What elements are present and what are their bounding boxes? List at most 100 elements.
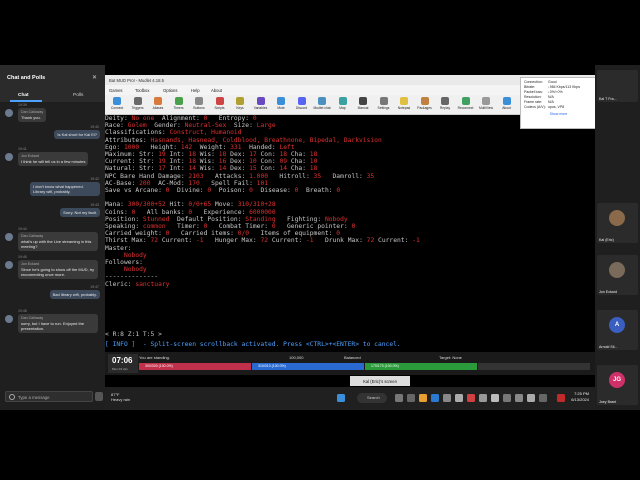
participant-name: Joey Brant [599, 400, 617, 404]
participant-tile[interactable]: Kal T Fra... [597, 70, 638, 102]
tab-chat[interactable]: Chat [18, 93, 29, 98]
close-icon[interactable]: ✕ [92, 74, 97, 81]
task-view-icon[interactable] [395, 394, 403, 402]
terminal-segment: Current: [268, 237, 306, 245]
toolbar-button-manual[interactable]: Manual [353, 97, 373, 114]
toolbar-label: Keys [236, 106, 244, 110]
avatar [5, 261, 13, 269]
send-button[interactable] [95, 392, 103, 401]
recording-app-icon[interactable] [557, 394, 565, 402]
terminal-segment: Generic pointer: [275, 223, 352, 230]
terminal-segment: AC-Mod: [150, 179, 189, 187]
edge-icon[interactable] [431, 394, 439, 402]
toolbar-button-aliases[interactable]: Aliases [148, 97, 168, 114]
terminal-line: Classifications: Construct, Humanoid [105, 129, 241, 136]
terminal-segment: Save vs Arcane: [105, 187, 166, 194]
message-list[interactable]: 19:39 Dan Calloway Thank you. 19:40 Is Kal s… [0, 103, 105, 385]
file-explorer-icon[interactable] [419, 394, 427, 402]
terminal-line: Race: Golem Gender: Neutral-Sex Size: La… [105, 122, 276, 129]
toolbar-button-reconnect[interactable]: Reconnect [456, 97, 476, 114]
toolbar-button-notepad[interactable]: Notepad [394, 97, 414, 114]
terminal-segment: Drunk Max: [313, 237, 367, 245]
app-icon[interactable] [479, 394, 487, 402]
participant-tile[interactable]: JG Joey Brant [597, 365, 638, 405]
map-icon [338, 97, 347, 105]
terminal-segment: Con: [256, 158, 280, 166]
menu-toolbox[interactable]: Toolbox [135, 88, 149, 93]
terminal-segment: Con: [256, 165, 280, 173]
start-icon[interactable] [337, 394, 345, 402]
app-icon[interactable] [527, 394, 535, 402]
toolbar-button-keys[interactable]: Keys [230, 97, 250, 114]
message-time: 19:40 [90, 125, 99, 129]
app-icon[interactable] [503, 394, 511, 402]
app-icon[interactable] [455, 394, 463, 402]
weather-widget[interactable]: 87°F Heavy rain [111, 392, 130, 402]
terminal-segment: Breath: [298, 187, 337, 194]
message-text: Sorry. Not my fault. [63, 210, 97, 215]
toolbar-button-replay[interactable]: Replay [435, 97, 455, 114]
message-time: 19:45 [18, 255, 27, 259]
app-icon[interactable] [539, 394, 547, 402]
toolbar-label: Connect [110, 106, 124, 110]
toolbar-button-multiview[interactable]: MultiView [476, 97, 496, 114]
terminal-segment: Followers: [105, 259, 143, 266]
toolbar-button-map[interactable]: Map [333, 97, 353, 114]
toolbar-button-timers[interactable]: Timers [169, 97, 189, 114]
toolbar-button-about[interactable]: About [497, 97, 517, 114]
toolbar-button-settings[interactable]: Settings [374, 97, 394, 114]
message-text: Thank you. [21, 115, 41, 120]
menu-help[interactable]: Help [191, 88, 200, 93]
terminal-segment [105, 266, 124, 273]
terminal-segment: Current: Str: [105, 158, 159, 166]
terminal-line: Save vs Arcane: 0 Divine: 0 Poison: 0 Di… [105, 187, 340, 194]
terminal-line: Mana: 300/300+52 Hit: 0/0+65 Move: 310/3… [105, 201, 276, 208]
toolbar-button-variables[interactable]: Variables [251, 97, 271, 114]
menu-games[interactable]: Games [109, 88, 123, 93]
tray-time: 7:25 PM [574, 391, 589, 396]
message-bubble: Dan Calloway Thank you. [18, 108, 47, 122]
tab-polls[interactable]: Polls [73, 93, 83, 98]
terminal-segment: 14 [188, 165, 197, 173]
toolbar-button-discord[interactable]: Discord [292, 97, 312, 114]
menu-options[interactable]: Options [163, 88, 177, 93]
app-icon[interactable] [443, 394, 451, 402]
show-more-link[interactable]: Show more [524, 112, 593, 117]
chat-tabs: Chat Polls [0, 90, 105, 102]
terminal-segment: Neutral-Sex [184, 122, 227, 130]
terminal-segment: 0 [336, 230, 341, 238]
toolbar-button-triggers[interactable]: Triggers [128, 97, 148, 114]
terminal-segment: No one [131, 115, 155, 122]
toolbar-button-buttons[interactable]: Buttons [189, 97, 209, 114]
participant-tile[interactable]: A Arnold Sil... [597, 310, 638, 350]
avatar [5, 153, 13, 161]
widgets-icon[interactable] [407, 394, 415, 402]
game-clock: 07:06 Mon 03 Jan [108, 354, 138, 373]
chat-header: Chat and Polls ✕ [0, 65, 105, 90]
taskbar-search[interactable]: Search [357, 393, 387, 403]
app-icon[interactable] [491, 394, 499, 402]
app-icon[interactable] [515, 394, 523, 402]
emoji-icon[interactable] [9, 394, 15, 400]
message-input[interactable]: Type a message [5, 391, 93, 402]
participant-tile[interactable]: Jon Eckard [597, 255, 638, 295]
app-icon[interactable] [467, 394, 475, 402]
terminal-line: Followers: [105, 259, 143, 266]
terminal-segment: 170 [188, 179, 200, 187]
toolbar-label: Replay [439, 106, 451, 110]
terminal-segment: 72 [150, 237, 159, 245]
participant-name: Kal T Fra... [599, 97, 617, 101]
toolbar-button-scripts[interactable]: Scripts [210, 97, 230, 114]
toolbar-button-mudlet-chat[interactable]: Mudlet chat [312, 97, 332, 114]
toolbar-button-packages[interactable]: Packages [415, 97, 435, 114]
terminal-segment: Weight: [192, 143, 231, 151]
terminal-segment: Stunned [142, 215, 170, 223]
avatar [609, 262, 625, 278]
system-tray-clock[interactable]: 7:25 PM 6/13/2024 [571, 391, 589, 402]
menu-about[interactable]: About [211, 88, 222, 93]
status-bar: 07:06 Mon 03 Jan You are standing. 100,0… [105, 352, 595, 375]
participant-tile[interactable]: Kal (Eric) [597, 203, 638, 243]
toolbar-button-connect[interactable]: Connect [107, 97, 127, 114]
terminal-segment: 19 [158, 151, 166, 158]
toolbar-button-mute[interactable]: Mute [271, 97, 291, 114]
